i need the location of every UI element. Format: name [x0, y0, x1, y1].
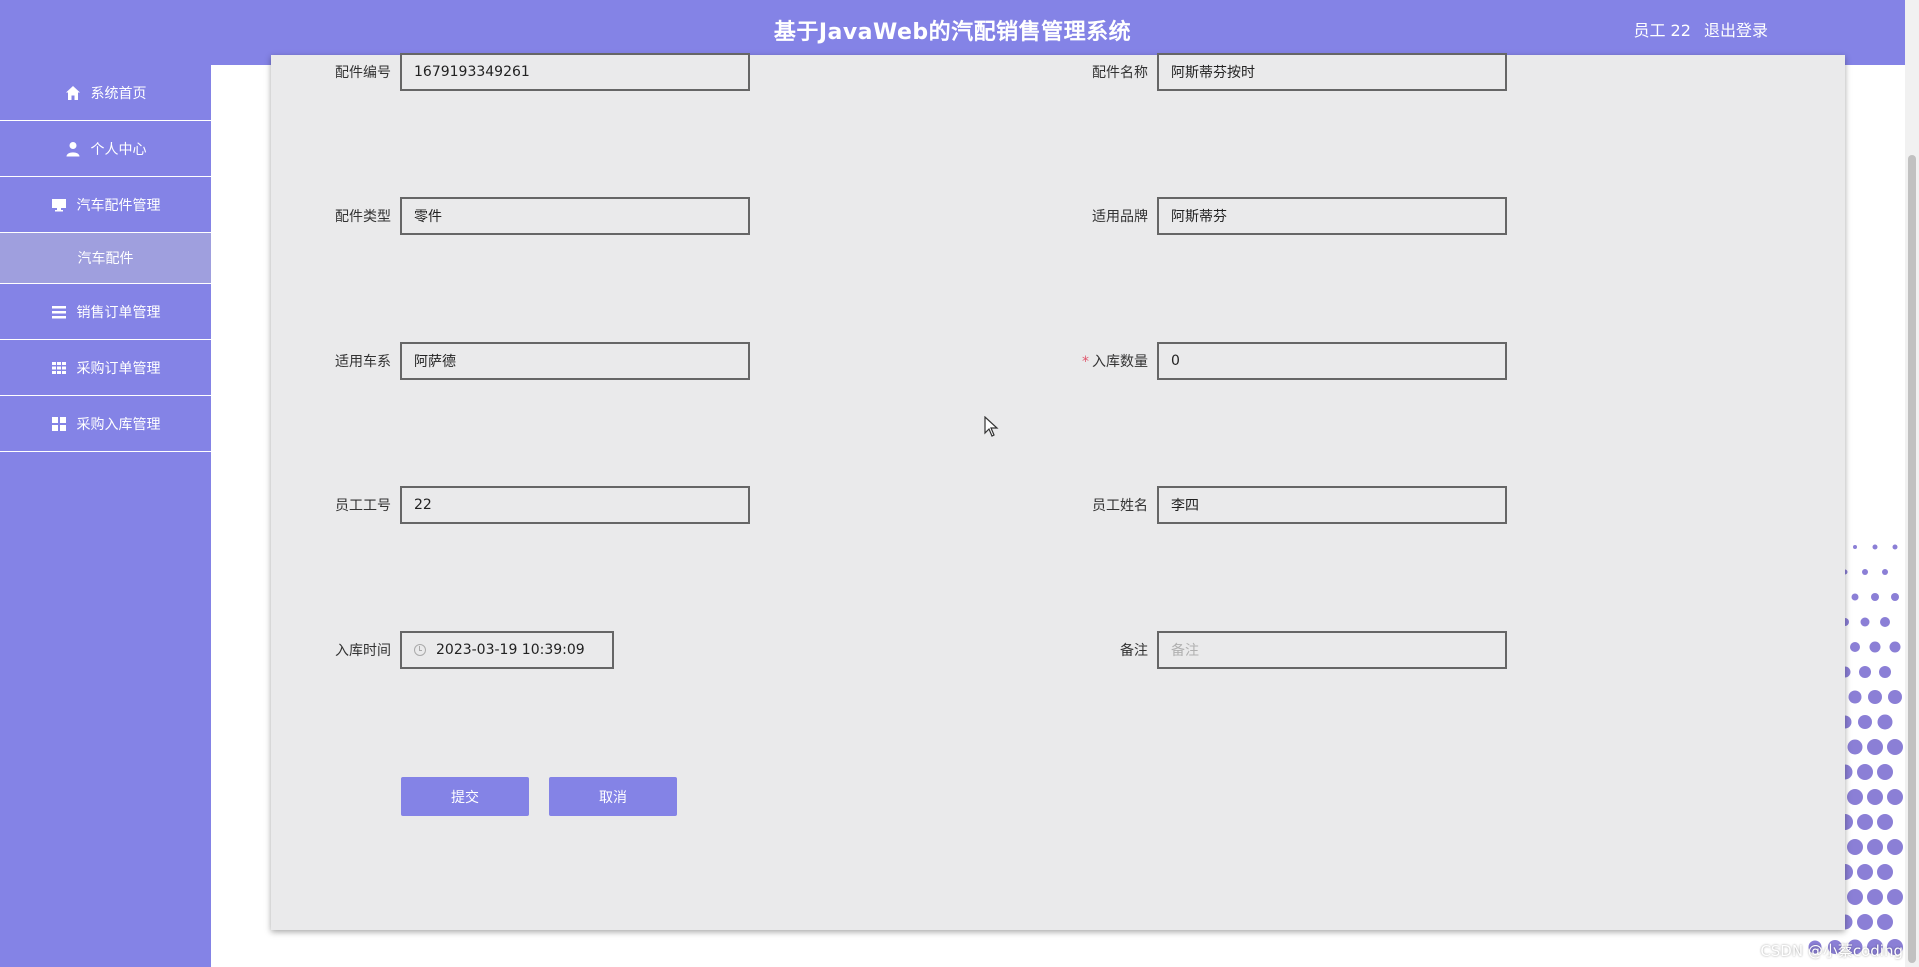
remark-field: 备注 备注 [1058, 631, 1507, 669]
employee-no-field: 员工工号 22 [301, 486, 750, 524]
series-label: 适用车系 [335, 354, 391, 370]
part-no-field: 配件编号 1679193349261 [301, 53, 750, 91]
sidebar-item-label: 系统首页 [90, 85, 147, 102]
sidebar-item-label: 汽车配件管理 [76, 197, 161, 214]
table-icon [51, 361, 66, 374]
sidebar-item-label: 销售订单管理 [76, 304, 161, 321]
part-no-label: 配件编号 [335, 65, 391, 81]
sidebar-item-profile[interactable]: 个人中心 [0, 121, 211, 177]
sidebar-item-home[interactable]: 系统首页 [0, 65, 211, 121]
series-field: 适用车系 阿萨德 [301, 342, 750, 380]
sidebar-subitem-parts[interactable]: 汽车配件 [0, 233, 211, 284]
submit-button[interactable]: 提交 [401, 777, 529, 816]
brand-input[interactable]: 阿斯蒂芬 [1157, 197, 1507, 235]
sidebar-item-label: 采购入库管理 [76, 416, 161, 433]
stock-time-label: 入库时间 [335, 643, 391, 659]
stock-time-picker[interactable]: 2023-03-19 10:39:09 [400, 631, 614, 669]
monitor-icon [51, 198, 66, 211]
quantity-label-text: 入库数量 [1092, 354, 1148, 370]
sidebar-item-sales-orders[interactable]: 销售订单管理 [0, 284, 211, 340]
grid-icon [51, 416, 66, 431]
part-type-input[interactable]: 零件 [400, 197, 750, 235]
stock-time-field: 入库时间 2023-03-19 10:39:09 [301, 631, 614, 669]
quantity-input[interactable]: 0 [1157, 342, 1507, 380]
quantity-label: * 入库数量 [1058, 351, 1157, 371]
stock-time-value: 2023-03-19 10:39:09 [436, 642, 585, 658]
sidebar-item-purchase-orders[interactable]: 采购订单管理 [0, 340, 211, 396]
logout-link[interactable]: 退出登录 [1704, 21, 1768, 40]
brand-label: 适用品牌 [1092, 209, 1148, 225]
cancel-button[interactable]: 取消 [549, 777, 677, 816]
part-type-field: 配件类型 零件 [301, 197, 750, 235]
scrollbar-thumb[interactable] [1908, 155, 1916, 963]
part-name-field: 配件名称 阿斯蒂芬按时 [1058, 53, 1507, 91]
employee-name-label: 员工姓名 [1092, 498, 1148, 514]
mouse-cursor-icon [984, 416, 999, 437]
employee-name-field: 员工姓名 李四 [1058, 486, 1507, 524]
clock-icon [414, 644, 426, 656]
list-icon [51, 305, 66, 318]
part-type-label: 配件类型 [335, 209, 391, 225]
home-icon [65, 85, 80, 100]
employee-name-input[interactable]: 李四 [1157, 486, 1507, 524]
user-area: 员工 22 退出登录 [1625, 0, 1768, 62]
part-no-input[interactable]: 1679193349261 [400, 53, 750, 91]
brand-field: 适用品牌 阿斯蒂芬 [1058, 197, 1507, 235]
user-label: 员工 22 [1633, 21, 1691, 40]
series-input[interactable]: 阿萨德 [400, 342, 750, 380]
sidebar-item-label: 采购订单管理 [76, 360, 161, 377]
remark-input[interactable]: 备注 [1157, 631, 1507, 669]
employee-no-label: 员工工号 [335, 498, 391, 514]
sidebar-item-purchase-stock[interactable]: 采购入库管理 [0, 396, 211, 452]
part-name-input[interactable]: 阿斯蒂芬按时 [1157, 53, 1507, 91]
sidebar-item-parts-management[interactable]: 汽车配件管理 [0, 177, 211, 233]
sidebar-item-label: 个人中心 [90, 141, 147, 158]
watermark: CSDN @小蔡coding [1760, 942, 1903, 960]
part-name-label: 配件名称 [1092, 65, 1148, 81]
required-mark: * [1082, 354, 1089, 370]
user-icon [66, 141, 79, 156]
page-scrollbar[interactable] [1905, 0, 1919, 967]
quantity-field: * 入库数量 0 [1058, 342, 1507, 380]
employee-no-input[interactable]: 22 [400, 486, 750, 524]
sidebar-item-label: 汽车配件 [77, 251, 134, 267]
remark-label: 备注 [1120, 643, 1148, 659]
sidebar: 系统首页 个人中心 汽车配件管理 汽车配件 销售订单管理 采购订单管理 采购入库… [0, 65, 211, 967]
